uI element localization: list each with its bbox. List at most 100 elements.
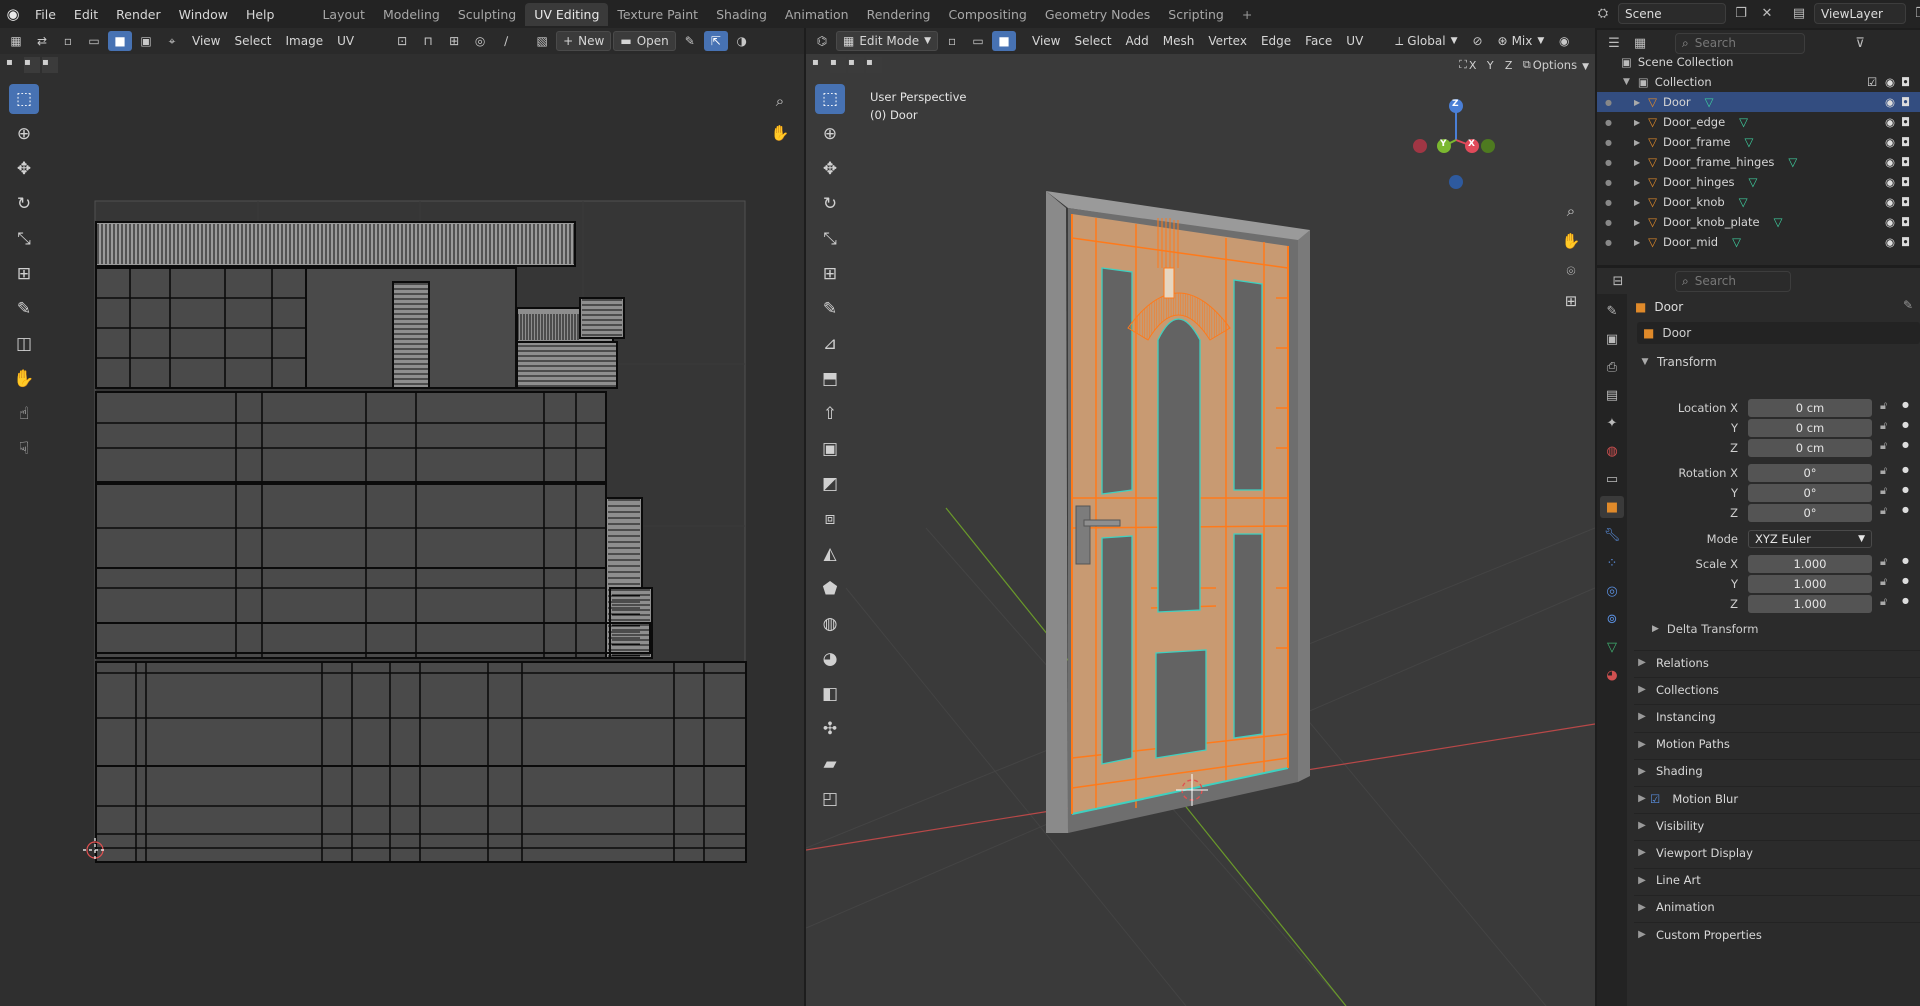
rotation-z-field[interactable]: 0° bbox=[1748, 504, 1872, 522]
menu-render[interactable]: Render bbox=[107, 7, 170, 22]
panel-header[interactable]: ▶ Viewport Display bbox=[1634, 840, 1920, 864]
chevron-right-icon[interactable]: ▶ bbox=[1634, 178, 1640, 187]
eye-icon[interactable]: ◉ bbox=[1885, 95, 1895, 109]
render-tab-icon[interactable]: ▣ bbox=[1600, 328, 1624, 350]
keyframe-dot-icon[interactable]: ● bbox=[1902, 556, 1909, 565]
camera-icon[interactable]: ◘ bbox=[1901, 195, 1910, 209]
viewlayer-icon[interactable]: ▤ bbox=[1788, 3, 1810, 24]
panel-header[interactable]: ▶ ☑ Motion Blur bbox=[1634, 786, 1920, 810]
panel-header[interactable]: ▶ Visibility bbox=[1634, 813, 1920, 837]
panel-header[interactable]: ▶ Instancing bbox=[1634, 704, 1920, 728]
viewlayer-field[interactable]: ViewLayer bbox=[1814, 3, 1906, 24]
outliner-row[interactable]: ● ▶ ▽ Door_frame_hinges ▽ ◉ ◘ bbox=[1597, 152, 1920, 172]
mesh-data-icon[interactable]: ▽ bbox=[1774, 215, 1783, 229]
outliner-row[interactable]: ● ▶ ▽ Door_mid ▽ ◉ ◘ bbox=[1597, 232, 1920, 252]
checkbox-icon[interactable]: ☑ bbox=[1650, 792, 1660, 806]
menu-file[interactable]: File bbox=[26, 7, 65, 22]
new-viewlayer-icon[interactable]: ❐ bbox=[1910, 3, 1920, 24]
tab-layout[interactable]: Layout bbox=[313, 3, 374, 26]
mesh-data-icon[interactable]: ▽ bbox=[1739, 195, 1748, 209]
tab-shading[interactable]: Shading bbox=[707, 3, 776, 26]
rotation-x-field[interactable]: 0° bbox=[1748, 464, 1872, 482]
tab-sculpting[interactable]: Sculpting bbox=[449, 3, 525, 26]
tab-texture-paint[interactable]: Texture Paint bbox=[608, 3, 707, 26]
outliner-search[interactable]: ⌕ Search bbox=[1675, 32, 1805, 54]
scene-field[interactable]: Scene bbox=[1618, 3, 1726, 24]
chevron-right-icon[interactable]: ▶ bbox=[1634, 98, 1640, 107]
location-x-field[interactable]: 0 cm bbox=[1748, 399, 1872, 417]
lock-icon[interactable]: 🔓︎ bbox=[1880, 399, 1887, 413]
outliner-row[interactable]: ● ▶ ▽ Door ▽ ◉ ◘ bbox=[1597, 92, 1920, 112]
outliner-editor-icon[interactable]: ☰ bbox=[1603, 33, 1625, 54]
mesh-data-icon[interactable]: ▽ bbox=[1745, 135, 1754, 149]
lock-icon[interactable]: 🔓︎ bbox=[1880, 595, 1887, 609]
rotation-y-field[interactable]: 0° bbox=[1748, 484, 1872, 502]
panel-header[interactable]: ▶ Relations bbox=[1634, 650, 1920, 674]
camera-icon[interactable]: ◘ bbox=[1901, 115, 1910, 129]
object-data-field[interactable]: ■ Door bbox=[1637, 322, 1920, 344]
blender-logo-icon[interactable]: ◉ bbox=[0, 5, 26, 23]
eye-icon[interactable]: ◉ bbox=[1885, 155, 1895, 169]
data-tab-icon[interactable]: ▽ bbox=[1600, 636, 1624, 658]
keyframe-dot-icon[interactable]: ● bbox=[1902, 400, 1909, 409]
camera-icon[interactable]: ◘ bbox=[1901, 95, 1910, 109]
outliner-row[interactable]: ● ▶ ▽ Door_knob_plate ▽ ◉ ◘ bbox=[1597, 212, 1920, 232]
panel-header[interactable]: ▶ Animation bbox=[1634, 894, 1920, 919]
scale-x-field[interactable]: 1.000 bbox=[1748, 555, 1872, 573]
mesh-data-icon[interactable]: ▽ bbox=[1732, 235, 1741, 249]
tool-tab-icon[interactable]: ✎ bbox=[1600, 300, 1624, 322]
lock-icon[interactable]: 🔓︎ bbox=[1880, 555, 1887, 569]
ortho-toggle-icon[interactable]: ⊞ bbox=[1558, 288, 1584, 314]
checkbox-icon[interactable]: ☑ bbox=[1867, 75, 1877, 89]
location-z-field[interactable]: 0 cm bbox=[1748, 439, 1872, 457]
camera-icon[interactable]: ◘ bbox=[1901, 215, 1910, 229]
keyframe-dot-icon[interactable]: ● bbox=[1902, 576, 1909, 585]
keyframe-dot-icon[interactable]: ● bbox=[1902, 485, 1909, 494]
constraints-tab-icon[interactable]: ⊚ bbox=[1600, 608, 1624, 630]
outliner-row[interactable]: ● ▶ ▽ Door_hinges ▽ ◉ ◘ bbox=[1597, 172, 1920, 192]
delta-transform-subpanel[interactable]: ▶ Delta Transform bbox=[1652, 622, 1758, 636]
eye-icon[interactable]: ◉ bbox=[1885, 215, 1895, 229]
material-tab-icon[interactable]: ◕ bbox=[1600, 664, 1624, 686]
delete-scene-icon[interactable]: ✕ bbox=[1756, 3, 1778, 24]
mesh-data-icon[interactable]: ▽ bbox=[1749, 175, 1758, 189]
zoom-icon[interactable]: ⌕ bbox=[1558, 198, 1584, 224]
filter-icon[interactable]: ⊽ bbox=[1849, 33, 1871, 54]
keyframe-dot-icon[interactable]: ● bbox=[1902, 440, 1909, 449]
output-tab-icon[interactable]: ⎙ bbox=[1600, 356, 1624, 378]
chevron-right-icon[interactable]: ▶ bbox=[1634, 238, 1640, 247]
camera-icon[interactable]: ◘ bbox=[1901, 75, 1910, 89]
panel-header[interactable]: ▶ Line Art bbox=[1634, 867, 1920, 892]
lock-icon[interactable]: 🔓︎ bbox=[1880, 504, 1887, 518]
tab-geometry-nodes[interactable]: Geometry Nodes bbox=[1036, 3, 1159, 26]
collection-row[interactable]: ▼ ▣ Collection ☑ ◉ ◘ bbox=[1597, 72, 1920, 92]
tab-uv-editing[interactable]: UV Editing bbox=[525, 2, 609, 26]
keyframe-dot-icon[interactable]: ● bbox=[1902, 505, 1909, 514]
keyframe-dot-icon[interactable]: ● bbox=[1902, 420, 1909, 429]
display-mode-icon[interactable]: ▦ bbox=[1629, 33, 1651, 54]
eye-icon[interactable]: ◉ bbox=[1885, 115, 1895, 129]
location-y-field[interactable]: 0 cm bbox=[1748, 419, 1872, 437]
properties-editor-icon[interactable]: ⊟ bbox=[1607, 271, 1629, 292]
keyframe-dot-icon[interactable]: ● bbox=[1902, 465, 1909, 474]
eye-icon[interactable]: ◉ bbox=[1885, 75, 1895, 89]
menu-window[interactable]: Window bbox=[170, 7, 237, 22]
outliner-row[interactable]: ● ▶ ▽ Door_frame ▽ ◉ ◘ bbox=[1597, 132, 1920, 152]
lock-icon[interactable]: 🔓︎ bbox=[1880, 439, 1887, 453]
panel-header[interactable]: ▶ Custom Properties bbox=[1634, 922, 1920, 946]
outliner-row[interactable]: ● ▶ ▽ Door_edge ▽ ◉ ◘ bbox=[1597, 112, 1920, 132]
scale-z-field[interactable]: 1.000 bbox=[1748, 595, 1872, 613]
mesh-data-icon[interactable]: ▽ bbox=[1705, 95, 1714, 109]
eye-icon[interactable]: ◉ bbox=[1885, 175, 1895, 189]
navigation-gizmo[interactable]: Z X Y bbox=[1406, 90, 1506, 190]
panel-header[interactable]: ▶ Motion Paths bbox=[1634, 731, 1920, 756]
lock-icon[interactable]: 🔓︎ bbox=[1880, 484, 1887, 498]
chevron-right-icon[interactable]: ▶ bbox=[1634, 218, 1640, 227]
scene-icon[interactable]: ⛭ bbox=[1592, 3, 1614, 24]
chevron-right-icon[interactable]: ▶ bbox=[1634, 198, 1640, 207]
uv-layout-canvas[interactable] bbox=[0, 28, 804, 1006]
mesh-data-icon[interactable]: ▽ bbox=[1739, 115, 1748, 129]
new-scene-icon[interactable]: ❐ bbox=[1730, 3, 1752, 24]
chevron-right-icon[interactable]: ▶ bbox=[1634, 138, 1640, 147]
transform-panel-header[interactable]: ▼ Transform bbox=[1637, 350, 1920, 374]
